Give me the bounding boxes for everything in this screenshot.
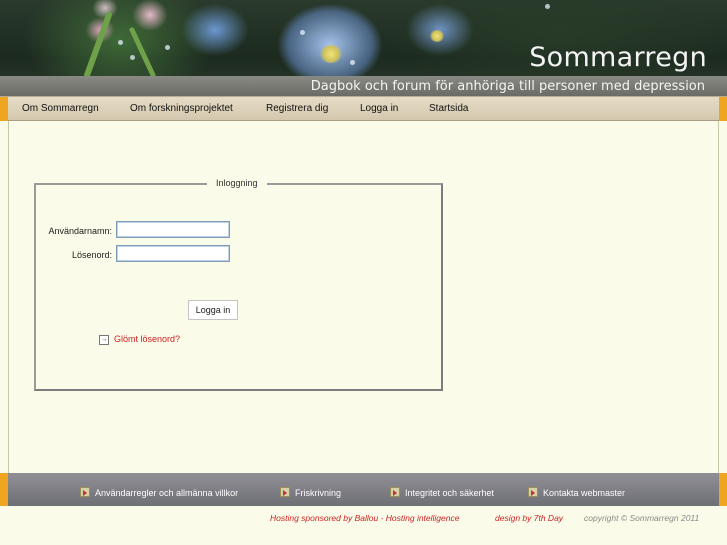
footer-link-label: Integritet och säkerhet <box>405 488 495 498</box>
username-label: Användarnamn: <box>48 226 112 236</box>
arrow-icon <box>390 487 400 497</box>
nav-accent-left <box>0 97 8 121</box>
footer-accent-left <box>0 473 8 506</box>
footer-accent-right <box>719 473 727 506</box>
login-legend: Inloggning <box>207 178 267 188</box>
arrow-box-icon: → <box>99 335 109 345</box>
footer-bar: Användarregler och allmänna villkor Fris… <box>0 473 727 506</box>
header-banner: Sommarregn Dagbok och forum för anhöriga… <box>0 0 727 96</box>
nav-accent-right <box>719 97 727 121</box>
footer-link-label: Användarregler och allmänna villkor <box>95 488 239 498</box>
login-button[interactable]: Logga in <box>188 300 238 320</box>
site-title: Sommarregn <box>529 42 707 73</box>
main-nav: Om Sommarregn Om forskningsprojektet Reg… <box>0 96 727 121</box>
nav-item-om-sommarregn[interactable]: Om Sommarregn <box>22 103 99 114</box>
nav-item-startsida[interactable]: Startsida <box>429 103 468 114</box>
site-tagline: Dagbok och forum för anhöriga till perso… <box>310 79 705 94</box>
copyright-text: copyright © Sommarregn 2011 <box>584 513 700 523</box>
nav-item-om-forskningsprojektet[interactable]: Om forskningsprojektet <box>130 103 233 114</box>
nav-item-logga-in[interactable]: Logga in <box>360 103 398 114</box>
password-label: Lösenord: <box>71 250 112 260</box>
username-input[interactable] <box>116 221 230 238</box>
footer-link-integritet[interactable]: Integritet och säkerhet <box>390 483 494 501</box>
footer-link-friskrivning[interactable]: Friskrivning <box>280 483 341 501</box>
password-input[interactable] <box>116 245 230 262</box>
hosting-credit-link[interactable]: Hosting sponsored by Ballou - Hosting in… <box>270 513 459 523</box>
footer-link-anvandarregler[interactable]: Användarregler och allmänna villkor <box>80 483 238 501</box>
footer-link-kontakta[interactable]: Kontakta webmaster <box>528 483 625 501</box>
footer-link-label: Friskrivning <box>295 488 342 498</box>
arrow-icon <box>80 487 90 497</box>
page: Sommarregn Dagbok och forum för anhöriga… <box>0 0 727 545</box>
footer-link-label: Kontakta webmaster <box>543 488 626 498</box>
login-fieldset <box>34 183 443 391</box>
nav-item-registrera[interactable]: Registrera dig <box>266 103 328 114</box>
design-credit-link[interactable]: design by 7th Day <box>495 513 563 523</box>
forgot-password-link[interactable]: Glömt lösenord? <box>114 334 180 344</box>
arrow-icon <box>280 487 290 497</box>
arrow-icon <box>528 487 538 497</box>
